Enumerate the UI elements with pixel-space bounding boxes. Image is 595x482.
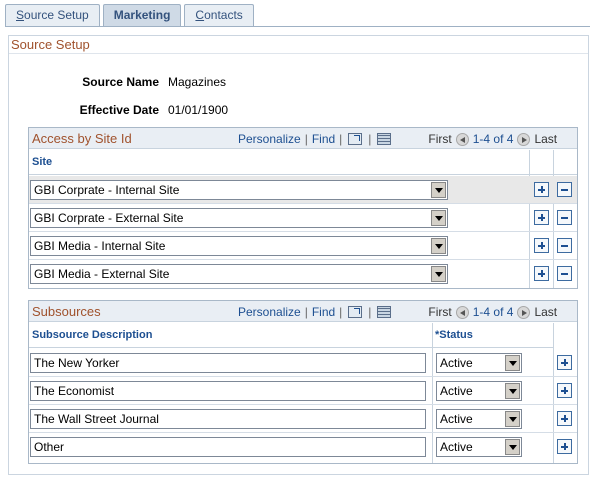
subsources-grid: Subsources Personalize | Find | | First … xyxy=(28,300,578,464)
find-link[interactable]: Find xyxy=(312,132,335,146)
select-value: GBI Corprate - External Site xyxy=(34,211,184,225)
add-row-button[interactable] xyxy=(557,439,572,454)
separator: | xyxy=(368,305,372,319)
separator: | xyxy=(304,305,308,319)
section-header xyxy=(9,36,588,54)
separator: | xyxy=(368,132,372,146)
chevron-down-icon[interactable] xyxy=(505,355,520,371)
personalize-link[interactable]: Personalize xyxy=(238,132,301,146)
table-row: Other Active xyxy=(29,433,577,461)
effective-date-label: Effective Date xyxy=(79,103,159,117)
select-value: GBI Corprate - Internal Site xyxy=(34,183,180,197)
separator: | xyxy=(304,132,308,146)
add-row-button[interactable] xyxy=(534,182,549,197)
select-value: GBI Media - Internal Site xyxy=(34,239,166,253)
delete-row-button[interactable] xyxy=(557,210,572,225)
row-range: 1-4 of 4 xyxy=(472,305,514,319)
column-header-site: Site xyxy=(29,150,529,175)
section-title: Source Setup xyxy=(11,37,90,52)
add-row-button[interactable] xyxy=(534,266,549,281)
status-select[interactable]: Active xyxy=(436,409,522,429)
chevron-down-icon[interactable] xyxy=(431,266,446,282)
table-row: The New Yorker Active xyxy=(29,349,577,377)
view-all-icon[interactable] xyxy=(348,306,363,318)
row-range: 1-4 of 4 xyxy=(472,132,514,146)
table-row: The Economist Active xyxy=(29,377,577,405)
tab-divider xyxy=(5,26,590,27)
delete-row-button[interactable] xyxy=(557,266,572,281)
prev-arrow-icon[interactable] xyxy=(455,305,469,319)
chevron-down-icon[interactable] xyxy=(505,383,520,399)
effective-date-value: 01/01/1900 xyxy=(168,103,229,117)
site-select[interactable]: GBI Corprate - Internal Site xyxy=(30,180,448,200)
chevron-down-icon[interactable] xyxy=(505,411,520,427)
page-tabs: Source Setup Marketing Contacts xyxy=(5,4,257,27)
personalize-link[interactable]: Personalize xyxy=(238,305,301,319)
table-row: GBI Corprate - External Site xyxy=(29,204,577,232)
add-row-button[interactable] xyxy=(557,383,572,398)
separator: | xyxy=(339,305,343,319)
add-row-button[interactable] xyxy=(557,411,572,426)
subsource-description-input[interactable]: The Wall Street Journal xyxy=(30,409,426,429)
chevron-down-icon[interactable] xyxy=(431,182,446,198)
status-select[interactable]: Active xyxy=(436,437,522,457)
grid-title: Subsources xyxy=(32,304,101,319)
site-select[interactable]: GBI Corprate - External Site xyxy=(30,208,448,228)
column-header-status: *Status xyxy=(432,323,553,348)
grid-toolbar: Personalize | Find | | First 1-4 of 4 La… xyxy=(238,305,557,319)
table-row: The Wall Street Journal Active xyxy=(29,405,577,433)
add-row-button[interactable] xyxy=(534,210,549,225)
next-arrow-icon[interactable] xyxy=(517,305,531,319)
status-select[interactable]: Active xyxy=(436,381,522,401)
tab-source-setup[interactable]: Source Setup xyxy=(5,4,100,26)
subsource-description-input[interactable]: Other xyxy=(30,437,426,457)
select-value: Active xyxy=(440,356,473,370)
grid-title: Access by Site Id xyxy=(32,131,132,146)
grid-toolbar: Personalize | Find | | First 1-4 of 4 La… xyxy=(238,132,557,146)
site-select[interactable]: GBI Media - External Site xyxy=(30,264,448,284)
last-label: Last xyxy=(534,305,558,319)
select-value: Active xyxy=(440,440,473,454)
access-by-site-grid: Access by Site Id Personalize | Find | |… xyxy=(28,127,578,289)
source-name-label: Source Name xyxy=(82,75,159,89)
last-label: Last xyxy=(534,132,558,146)
add-row-button[interactable] xyxy=(557,355,572,370)
status-select[interactable]: Active xyxy=(436,353,522,373)
view-all-icon[interactable] xyxy=(348,133,363,145)
table-row: GBI Corprate - Internal Site xyxy=(29,176,577,204)
next-arrow-icon[interactable] xyxy=(517,132,531,146)
first-label: First xyxy=(428,305,452,319)
select-value: GBI Media - External Site xyxy=(34,267,170,281)
chevron-down-icon[interactable] xyxy=(431,210,446,226)
chevron-down-icon[interactable] xyxy=(431,238,446,254)
column-header-description: Subsource Description xyxy=(29,323,432,348)
tab-label: ource Setup xyxy=(24,8,89,22)
download-grid-icon[interactable] xyxy=(377,306,392,318)
tab-marketing[interactable]: Marketing xyxy=(102,4,182,27)
first-label: First xyxy=(428,132,452,146)
download-grid-icon[interactable] xyxy=(377,133,392,145)
subsource-description-input[interactable]: The New Yorker xyxy=(30,353,426,373)
table-row: GBI Media - External Site xyxy=(29,260,577,288)
tab-label: ontacts xyxy=(204,8,243,22)
source-name-value: Magazines xyxy=(168,75,227,89)
table-row: GBI Media - Internal Site xyxy=(29,232,577,260)
site-select[interactable]: GBI Media - Internal Site xyxy=(30,236,448,256)
add-row-button[interactable] xyxy=(534,238,549,253)
separator: | xyxy=(339,132,343,146)
tab-contacts[interactable]: Contacts xyxy=(184,4,254,26)
select-value: Active xyxy=(440,384,473,398)
subsource-description-input[interactable]: The Economist xyxy=(30,381,426,401)
tab-label-underlined: S xyxy=(16,8,25,22)
tab-label-underlined: C xyxy=(195,8,205,22)
source-setup-section: Source Setup Source Name Magazines Effec… xyxy=(8,35,589,475)
select-value: Active xyxy=(440,412,473,426)
find-link[interactable]: Find xyxy=(312,305,335,319)
delete-row-button[interactable] xyxy=(557,182,572,197)
tab-label: Marketing xyxy=(113,8,171,22)
prev-arrow-icon[interactable] xyxy=(455,132,469,146)
chevron-down-icon[interactable] xyxy=(505,439,520,455)
delete-row-button[interactable] xyxy=(557,238,572,253)
